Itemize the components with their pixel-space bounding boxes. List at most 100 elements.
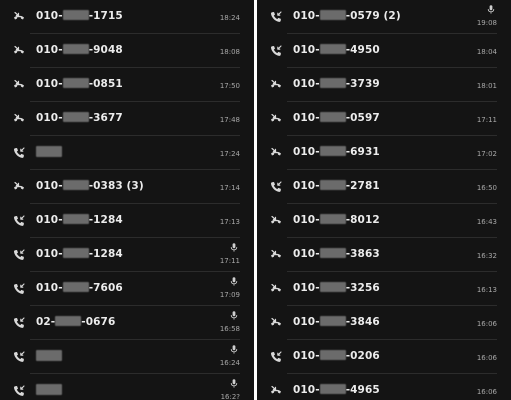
number-prefix: 010- [293,10,320,22]
number-suffix: -0851 [88,78,123,90]
call-meta: 16:06 [457,344,497,370]
number-suffix: -4965 [345,384,380,396]
number-suffix: -1715 [88,10,123,22]
redacted-digits [55,316,82,326]
number-prefix: 010- [36,214,63,226]
number-suffix: -4950 [345,44,380,56]
call-meta: 17:14 [200,174,240,200]
call-meta: 17:11 [457,106,497,132]
redacted-digits [62,282,89,292]
call-meta: 17:13 [200,208,240,234]
caller-number [36,350,62,363]
call-time: 17:11 [219,257,240,265]
call-log-row[interactable]: 17:24 [0,136,254,170]
call-log-row[interactable]: 010- -3863 16:32 [257,238,511,272]
missed-call-icon [269,214,283,228]
redacted-digits [319,10,346,20]
call-log-row[interactable]: 010- -3739 18:01 [257,68,511,102]
missed-call-icon [12,180,26,194]
number-prefix: 010- [293,44,320,56]
redacted-digits [319,248,346,258]
call-log-row[interactable]: 02- -0676 16:58 [0,306,254,340]
incoming-call-icon [269,180,283,194]
call-time: 16:50 [476,184,497,192]
call-meta: 17:24 [200,140,240,166]
caller-number: 010- -0383 (3) [36,180,144,192]
call-log-row[interactable]: 010- -7606 17:09 [0,272,254,306]
call-log-row[interactable]: 010- -3846 16:06 [257,306,511,340]
call-log-row[interactable]: 010- -0851 17:50 [0,68,254,102]
call-meta: 17:48 [200,106,240,132]
incoming-call-icon [12,316,26,330]
call-log-row[interactable]: 010- -1284 17:13 [0,204,254,238]
number-prefix: 010- [36,282,63,294]
call-meta: 17:09 [200,276,240,302]
call-log-row[interactable]: 010- -0383 (3) 17:14 [0,170,254,204]
call-meta: 18:08 [200,38,240,64]
number-suffix: -0383 (3) [88,180,144,192]
call-time: 17:13 [219,218,240,226]
call-log-panel-left: 010- -1715 18:24 010- -9048 18:08 010- -0851 17:… [0,0,254,400]
number-suffix: -0579 (2) [345,10,401,22]
call-meta: 16:58 [200,310,240,336]
missed-call-icon [269,248,283,262]
call-log-row[interactable]: 010- -4965 16:06 [257,374,511,400]
caller-number: 010- -3846 [293,316,380,328]
missed-call-icon [269,316,283,330]
caller-number: 010- -1715 [36,10,123,22]
redacted-digits [319,316,346,326]
call-log-row[interactable]: 010- -2781 16:50 [257,170,511,204]
missed-call-icon [12,112,26,126]
call-log-row[interactable]: 16:2? [0,374,254,400]
redacted-digits [62,180,89,190]
call-meta: 16:24 [200,344,240,370]
call-time: 16:58 [219,325,240,333]
redacted-digits [319,282,346,292]
number-prefix: 010- [36,10,63,22]
call-meta: 16:2? [200,378,240,400]
caller-number: 010- -4965 [293,384,380,396]
call-log-row[interactable]: 010- -6931 17:02 [257,136,511,170]
incoming-call-icon [269,10,283,24]
call-log-row[interactable]: 010- -3677 17:48 [0,102,254,136]
caller-number: 010- -1284 [36,248,123,260]
missed-call-icon [12,10,26,24]
call-log-row[interactable]: 010- -0597 17:11 [257,102,511,136]
number-prefix: 010- [293,350,320,362]
voice-recording-icon [230,379,238,388]
number-suffix: -3677 [88,112,123,124]
call-log-row[interactable]: 010- -9048 18:08 [0,34,254,68]
number-suffix: -3846 [345,316,380,328]
call-log-panel-right: 010- -0579 (2) 19:08 010- -4950 18:04 010- -373… [257,0,511,400]
call-log-row[interactable]: 010- -0579 (2) 19:08 [257,0,511,34]
number-suffix: -0206 [345,350,380,362]
number-prefix: 010- [293,384,320,396]
call-log-row[interactable]: 010- -8012 16:43 [257,204,511,238]
missed-call-icon [269,282,283,296]
incoming-call-icon [269,44,283,58]
number-suffix: -1284 [88,214,123,226]
number-suffix: -3256 [345,282,380,294]
incoming-call-icon [269,350,283,364]
call-log-row[interactable]: 010- -1715 18:24 [0,0,254,34]
number-suffix: -3739 [345,78,380,90]
call-time: 17:02 [476,150,497,158]
caller-number [36,384,62,397]
missed-call-icon [269,78,283,92]
number-prefix: 010- [293,282,320,294]
caller-number: 010- -4950 [293,44,380,56]
incoming-call-icon [12,248,26,262]
caller-number: 010- -1284 [36,214,123,226]
call-log-row[interactable]: 010- -3256 16:13 [257,272,511,306]
call-time: 19:08 [476,19,497,27]
number-prefix: 010- [293,146,320,158]
voice-recording-icon [230,345,238,354]
call-log-row[interactable]: 16:24 [0,340,254,374]
voice-recording-icon [487,5,495,14]
number-suffix: -8012 [345,214,380,226]
call-meta: 16:50 [457,174,497,200]
caller-number: 010- -3677 [36,112,123,124]
call-log-row[interactable]: 010- -4950 18:04 [257,34,511,68]
call-log-row[interactable]: 010- -1284 17:11 [0,238,254,272]
call-log-row[interactable]: 010- -0206 16:06 [257,340,511,374]
